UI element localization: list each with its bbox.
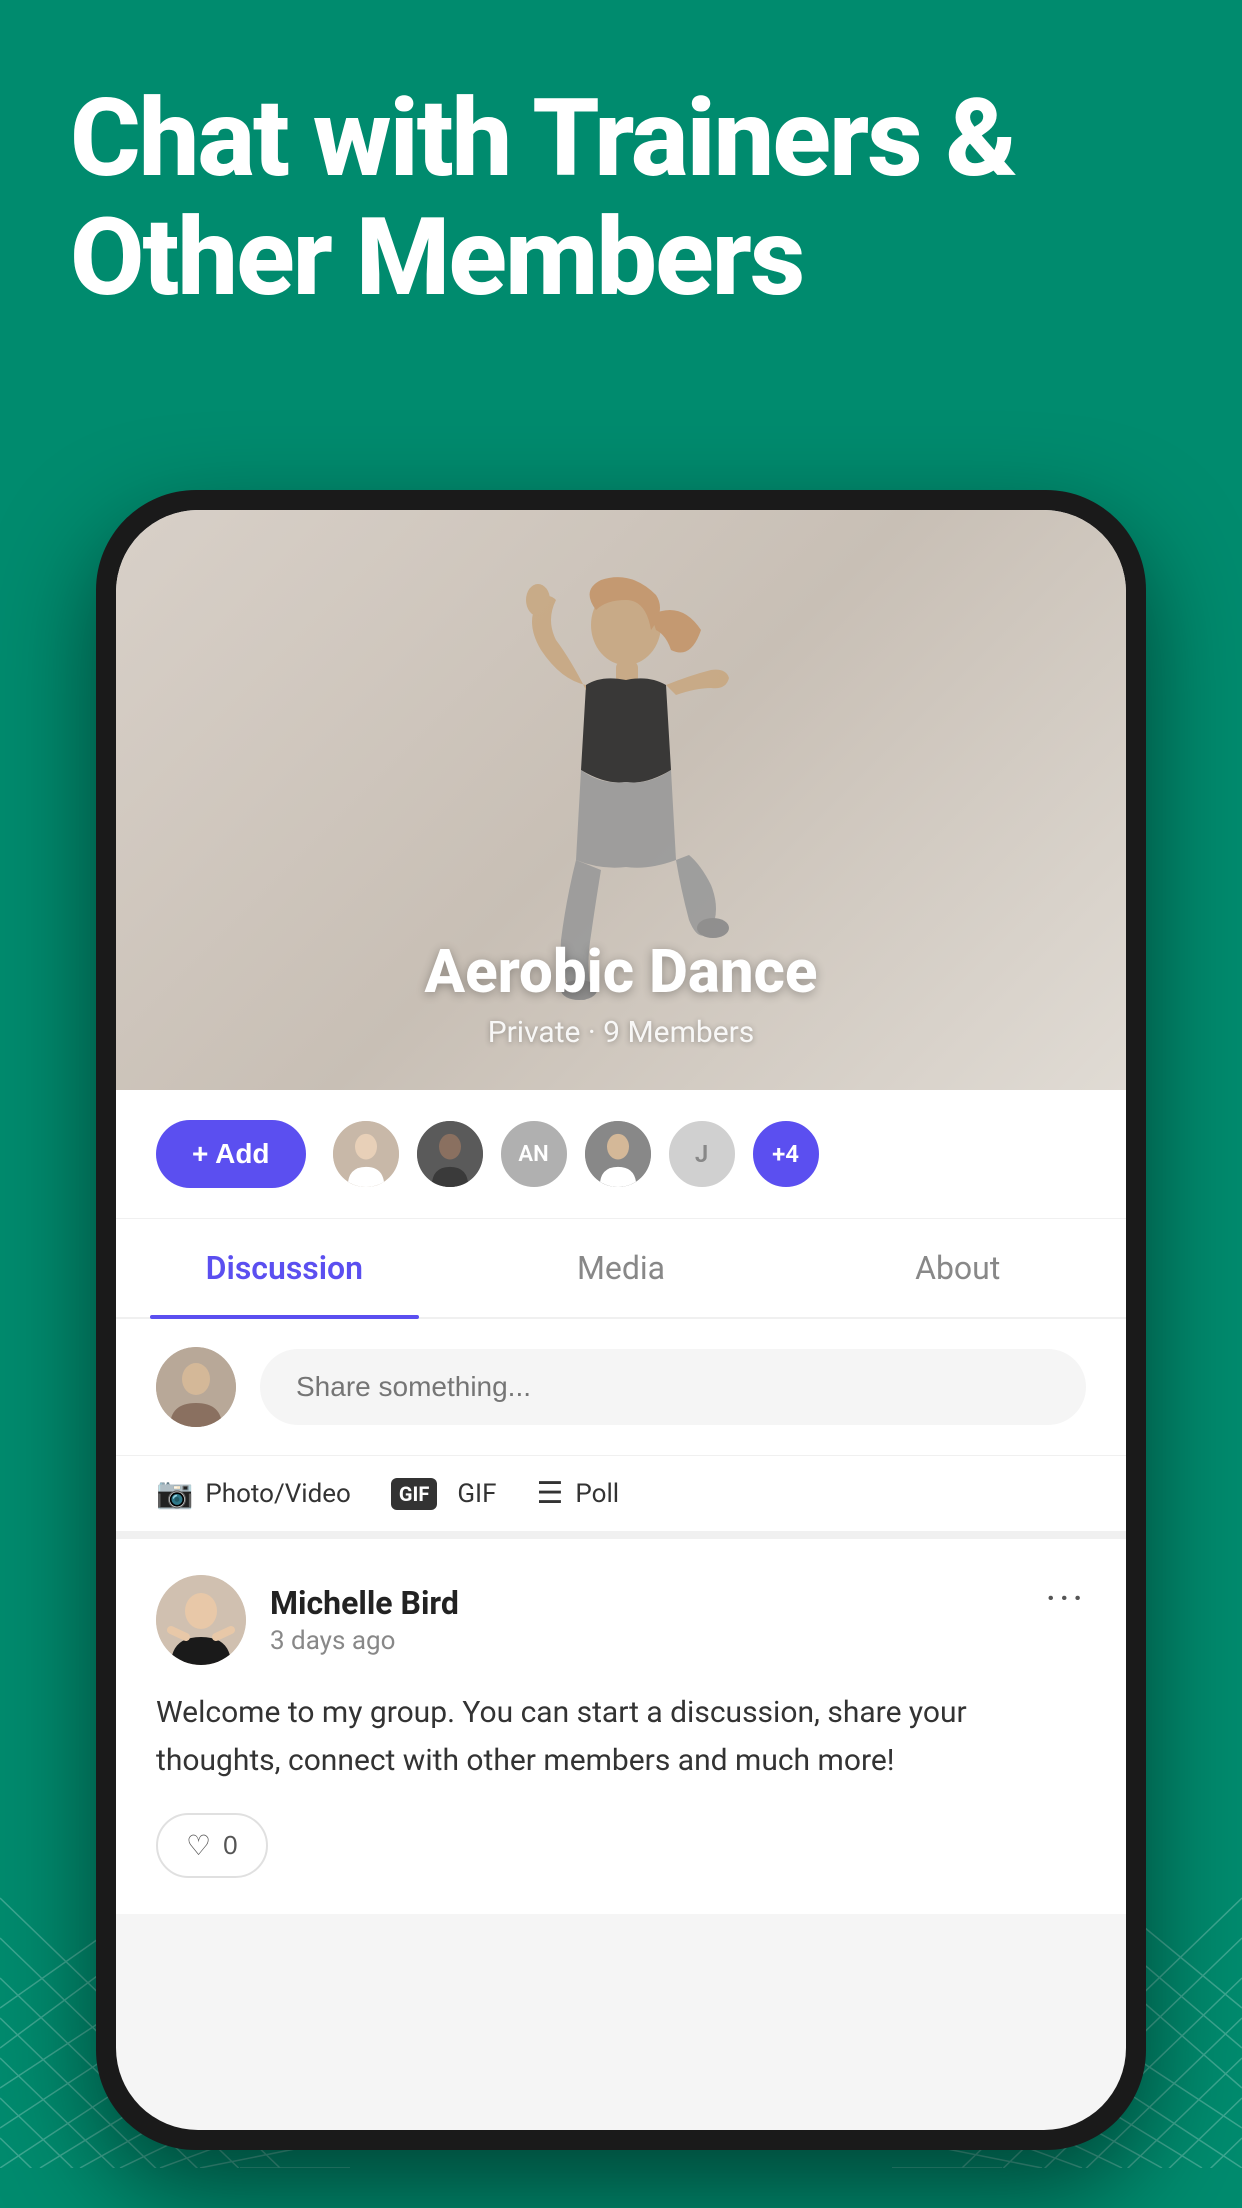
hero-title: Chat with Trainers & Other Members <box>70 80 1172 318</box>
hero-section: Chat with Trainers & Other Members <box>70 80 1172 318</box>
post-header: Michelle Bird 3 days ago ··· <box>156 1575 1086 1665</box>
member-avatar-3[interactable]: AN <box>498 1118 570 1190</box>
photo-video-label: Photo/Video <box>205 1479 351 1509</box>
tab-media[interactable]: Media <box>453 1219 790 1317</box>
group-meta: Private · 9 Members <box>116 1015 1126 1050</box>
member-avatars: AN J +4 <box>330 1118 822 1190</box>
member-avatar-5[interactable]: J <box>666 1118 738 1190</box>
tab-discussion[interactable]: Discussion <box>116 1219 453 1317</box>
member-avatar-1[interactable] <box>330 1118 402 1190</box>
poll-action[interactable]: ☰ Poll <box>537 1476 620 1511</box>
group-name: Aerobic Dance <box>116 936 1126 1007</box>
members-row: + Add <box>116 1090 1126 1219</box>
heart-icon: ♡ <box>186 1829 211 1862</box>
author-name: Michelle Bird <box>270 1584 459 1622</box>
member-avatar-2[interactable] <box>414 1118 486 1190</box>
post-composer <box>116 1319 1126 1456</box>
group-hero-image: Aerobic Dance Private · 9 Members <box>116 510 1126 1090</box>
post-card-1: Michelle Bird 3 days ago ··· Welcome to … <box>116 1539 1126 1914</box>
like-button[interactable]: ♡ 0 <box>156 1813 268 1878</box>
post-time: 3 days ago <box>270 1626 459 1656</box>
post-more-button[interactable]: ··· <box>1046 1575 1086 1622</box>
poll-icon: ☰ <box>537 1476 564 1511</box>
gif-action[interactable]: GIF GIF <box>391 1476 497 1511</box>
post-author: Michelle Bird 3 days ago <box>156 1575 459 1665</box>
photo-video-action[interactable]: 📷 Photo/Video <box>156 1476 351 1511</box>
post-actions: ♡ 0 <box>156 1813 1086 1878</box>
share-input[interactable] <box>260 1349 1086 1425</box>
group-info: Aerobic Dance Private · 9 Members <box>116 936 1126 1050</box>
phone-frame: Aerobic Dance Private · 9 Members + Add <box>96 490 1146 2150</box>
gif-icon: GIF <box>391 1478 437 1510</box>
member-avatar-overflow[interactable]: +4 <box>750 1118 822 1190</box>
post-body: Welcome to my group. You can start a dis… <box>156 1689 1086 1785</box>
media-actions-bar: 📷 Photo/Video GIF GIF ☰ Poll <box>116 1456 1126 1539</box>
phone-mockup: Aerobic Dance Private · 9 Members + Add <box>96 490 1146 2150</box>
user-avatar <box>156 1347 236 1427</box>
add-button[interactable]: + Add <box>156 1120 306 1188</box>
post-author-avatar <box>156 1575 246 1665</box>
gif-label: GIF <box>457 1479 496 1509</box>
like-count: 0 <box>223 1830 237 1861</box>
tab-bar: Discussion Media About <box>116 1219 1126 1319</box>
phone-screen: Aerobic Dance Private · 9 Members + Add <box>116 510 1126 2130</box>
poll-label: Poll <box>575 1479 619 1509</box>
camera-icon: 📷 <box>156 1476 193 1511</box>
post-author-info: Michelle Bird 3 days ago <box>270 1584 459 1656</box>
tab-about[interactable]: About <box>789 1219 1126 1317</box>
member-avatar-4[interactable] <box>582 1118 654 1190</box>
